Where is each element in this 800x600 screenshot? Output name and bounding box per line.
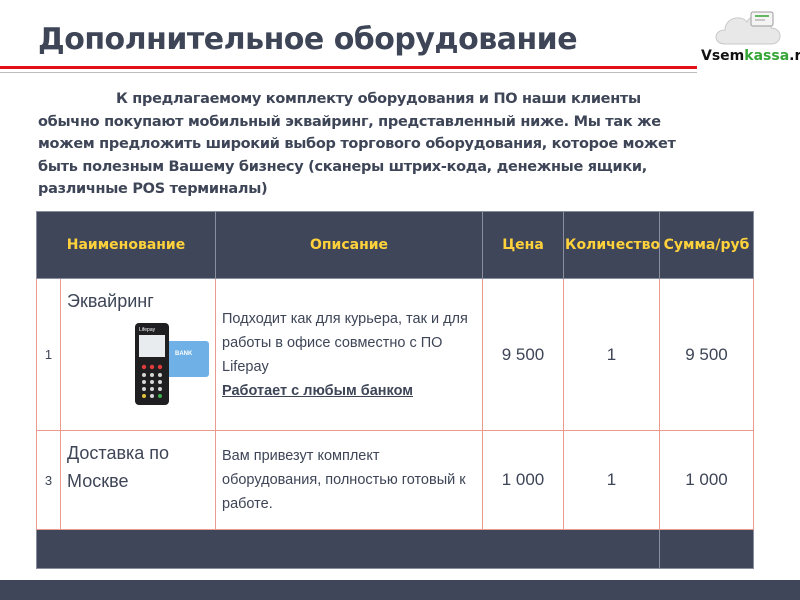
column-header-name: Наименование [36,211,216,279]
footer-label-cell [36,529,660,569]
table-row: 3 Доставка по Москве Вам привезут компле… [36,430,754,530]
row-number: 3 [36,430,61,530]
table-footer-row [36,529,754,569]
description-text: Подходит как для курьера, так и для рабо… [222,310,468,375]
page-title: Дополнительное оборудование [38,22,578,57]
description-emphasis: Работает с любым банком [222,382,413,399]
equipment-table: Наименование Описание Цена Количество Су… [36,211,754,569]
column-header-sum: Сумма/руб [659,211,754,279]
row-number: 1 [36,278,61,431]
title-divider [0,72,800,73]
device-label: Lifepay [139,327,156,333]
item-price: 9 500 [482,278,564,431]
column-header-price: Цена [482,211,564,279]
logo-text: Vsemkassa.ru [701,48,800,64]
table-row: 1 Эквайринг BANK Lifepay Подходит как дл… [36,278,754,431]
card-terminal-icon: BANK Lifepay [135,323,209,405]
card-label: BANK [175,351,193,357]
item-description: Подходит как для курьера, так и для рабо… [215,278,483,431]
column-header-quantity: Количество [563,211,660,279]
title-underline [0,66,800,69]
column-header-description: Описание [215,211,483,279]
item-name: Эквайринг [67,291,154,311]
item-price: 1 000 [482,430,564,530]
bottom-bar [0,580,800,600]
intro-paragraph: К предлагаемому комплекту оборудования и… [38,88,698,201]
item-sum: 9 500 [659,278,754,431]
item-quantity: 1 [563,278,660,431]
item-quantity: 1 [563,430,660,530]
cloud-icon [715,11,781,45]
logo: Vsemkassa.ru [697,0,800,90]
item-name-cell: Эквайринг BANK Lifepay [60,278,216,431]
item-name: Доставка по Москве [60,430,216,530]
item-sum: 1 000 [659,430,754,530]
intro-text: К предлагаемому комплекту оборудования и… [38,91,676,197]
item-description: Вам привезут комплект оборудования, полн… [215,430,483,530]
table-header-row: Наименование Описание Цена Количество Су… [36,211,754,279]
footer-total-cell [659,529,754,569]
